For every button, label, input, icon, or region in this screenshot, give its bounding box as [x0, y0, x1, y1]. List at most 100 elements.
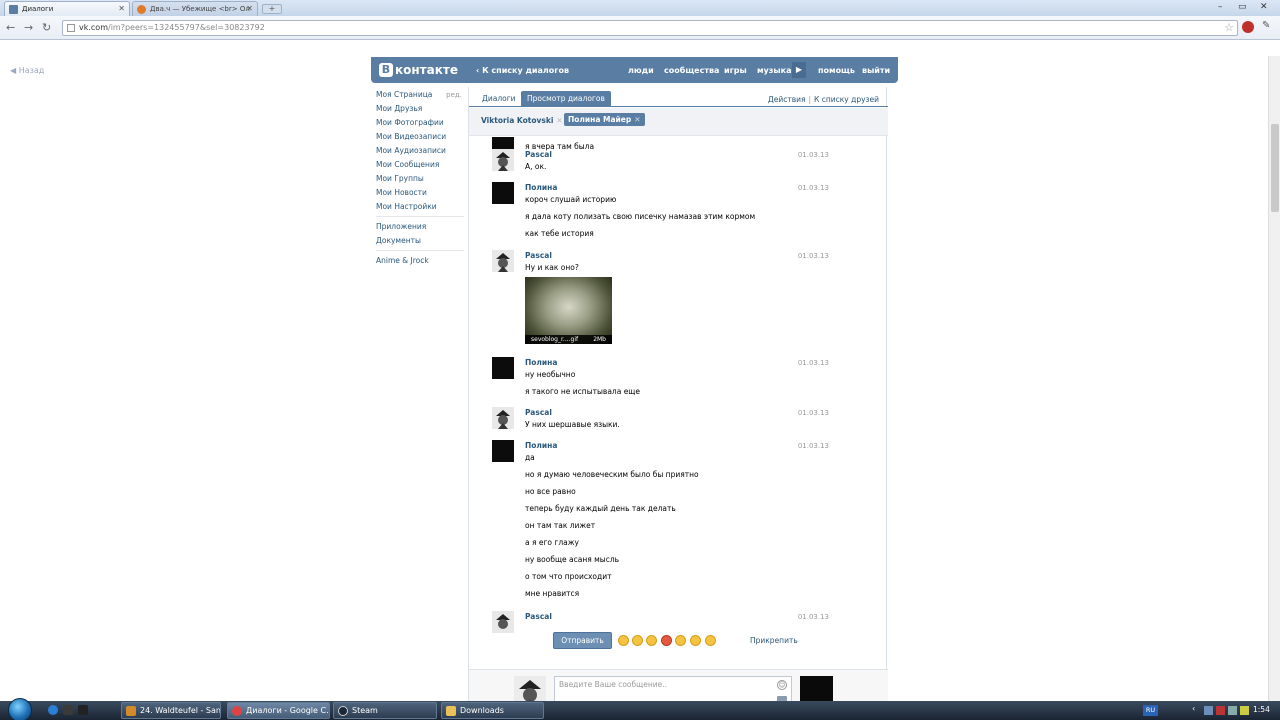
taskbar-item-music[interactable]: 24. Waldteufel - San... [121, 702, 221, 719]
pirate-avatar-icon [514, 676, 546, 701]
emoji-grin-icon[interactable] [632, 635, 643, 646]
message-text: ну необычно [525, 370, 576, 379]
actions-link[interactable]: Действия [768, 95, 806, 104]
url-path: /im?peers=132455797&sel=30823792 [108, 23, 265, 32]
menu-divider [376, 216, 464, 217]
peer-avatar[interactable] [800, 676, 833, 701]
media-icon[interactable] [78, 705, 88, 715]
message-date: 01.03.13 [797, 252, 829, 260]
message-text: да [525, 453, 535, 462]
taskbar-item-chrome[interactable]: Диалоги - Google C... [227, 702, 330, 719]
language-indicator[interactable]: RU [1143, 705, 1158, 716]
reload-icon[interactable]: ↻ [42, 21, 51, 34]
message-date: 01.03.13 [797, 613, 829, 621]
emoji-surprised-icon[interactable] [690, 635, 701, 646]
network-icon[interactable] [1204, 706, 1213, 715]
tab-view-dialogs[interactable]: Просмотр диалогов [521, 91, 611, 107]
new-tab-button[interactable]: + [262, 4, 282, 14]
taskbar-item-downloads[interactable]: Downloads [441, 702, 544, 719]
wrench-menu-icon[interactable]: ✎ [1262, 20, 1270, 31]
extension-icon[interactable] [1242, 21, 1254, 33]
tray-app-icon[interactable] [1216, 706, 1225, 715]
browser-tab-dvach[interactable]: Два.ч — Убежище <br> Ол ✕ [132, 1, 258, 16]
emoji-happy-icon[interactable] [705, 635, 716, 646]
menu-audio[interactable]: Мои Аудиозаписи [376, 144, 464, 158]
dialog-chip-label: Полина Майер [568, 115, 632, 124]
attach-link[interactable]: Прикрепить [750, 636, 798, 645]
menu-group-anime-jrock[interactable]: Anime & Jrock [376, 254, 464, 268]
close-icon[interactable]: ✕ [631, 115, 640, 124]
menu-messages[interactable]: Мои Сообщения [376, 158, 464, 172]
nav-help[interactable]: помощь [818, 66, 855, 75]
message-input[interactable]: Введите Ваше сообщение.. ☺ [554, 676, 792, 701]
avatar[interactable] [492, 407, 514, 429]
volume-icon[interactable] [1228, 706, 1237, 715]
avatar[interactable] [492, 357, 514, 379]
chrome-icon [232, 706, 242, 716]
vk-favicon-icon [9, 4, 18, 14]
menu-friends[interactable]: Мои Друзья [376, 102, 464, 116]
vk-logo[interactable]: Вконтакте [379, 63, 458, 77]
emoji-laugh-icon[interactable] [675, 635, 686, 646]
forward-arrow-icon[interactable]: → [24, 21, 33, 34]
menu-my-page[interactable]: Моя Страница ред. [376, 88, 464, 102]
message: Pascal 01.03.13 А, ок. [492, 149, 875, 178]
address-bar[interactable]: vk.com/im?peers=132455797&sel=30823792 ☆ [62, 20, 1238, 36]
message-history[interactable]: я вчера там была Pascal 01.03.13 А, ок. … [469, 137, 888, 669]
dialog-chip-active[interactable]: Полина Майер ✕ [564, 113, 645, 126]
task-label: 24. Waldteufel - San... [140, 706, 221, 715]
play-icon[interactable]: ▶ [792, 62, 806, 78]
tray-flag-icon[interactable] [1240, 706, 1249, 715]
maximize-icon[interactable]: ▭ [1238, 2, 1247, 12]
back-to-dialogs-link[interactable]: ‹ К списку диалогов [476, 66, 569, 75]
menu-groups[interactable]: Мои Группы [376, 172, 464, 186]
close-icon[interactable]: ✕ [118, 4, 125, 13]
close-window-icon[interactable]: ✕ [1260, 2, 1268, 12]
menu-videos[interactable]: Мои Видеозаписи [376, 130, 464, 144]
browser-toolbar: ← → ↻ vk.com/im?peers=132455797&sel=3082… [0, 16, 1280, 40]
taskbar-item-steam[interactable]: Steam [333, 702, 437, 719]
edit-link[interactable]: ред. [446, 88, 462, 102]
menu-photos[interactable]: Мои Фотографии [376, 116, 464, 130]
close-icon[interactable]: ✕ [553, 116, 562, 125]
message-date: 01.03.13 [797, 151, 829, 159]
avatar[interactable] [492, 250, 514, 272]
nav-music[interactable]: музыка [757, 66, 791, 75]
message: Pascal 01.03.13 Ну и как оно? sevoblog_r… [492, 250, 875, 344]
avatar[interactable] [492, 440, 514, 462]
emoji-wink-icon[interactable] [646, 635, 657, 646]
nav-logout[interactable]: выйти [862, 66, 890, 75]
menu-apps[interactable]: Приложения [376, 220, 464, 234]
back-arrow-icon[interactable]: ← [6, 21, 15, 34]
friends-list-link[interactable]: К списку друзей [814, 95, 879, 104]
emoji-angry-icon[interactable] [661, 635, 672, 646]
send-button[interactable]: Отправить [553, 632, 612, 649]
menu-news[interactable]: Мои Новости [376, 186, 464, 200]
start-button[interactable] [8, 698, 32, 720]
avatar[interactable] [492, 149, 514, 171]
dialog-chip[interactable]: Viktoria Kotovski ✕ [481, 116, 563, 125]
scrollbar-thumb[interactable] [1271, 124, 1279, 212]
gif-attachment[interactable]: sevoblog_r....gif 2Mb [525, 277, 612, 344]
nav-communities[interactable]: сообщества [664, 66, 719, 75]
menu-documents[interactable]: Документы [376, 234, 464, 248]
avatar[interactable] [492, 611, 514, 633]
emoji-smile-icon[interactable] [618, 635, 629, 646]
ie-icon[interactable] [48, 705, 58, 715]
tab-dialogs[interactable]: Диалоги [476, 91, 522, 107]
back-link[interactable]: ◀ Назад [10, 66, 44, 75]
show-desktop-icon[interactable] [63, 705, 73, 715]
menu-settings[interactable]: Мои Настройки [376, 200, 464, 214]
nav-people[interactable]: люди [628, 66, 654, 75]
tray-chevron-icon[interactable]: ‹ [1192, 704, 1201, 713]
close-icon[interactable]: ✕ [246, 4, 253, 13]
page-scrollbar[interactable] [1268, 56, 1280, 701]
bookmark-star-icon[interactable]: ☆ [1224, 21, 1234, 35]
smiley-icon[interactable]: ☺ [777, 680, 787, 690]
minimize-icon[interactable]: – [1218, 2, 1223, 12]
browser-tab-dialogs[interactable]: Диалоги ✕ [4, 1, 130, 16]
avatar[interactable] [492, 182, 514, 204]
my-avatar[interactable] [514, 676, 546, 701]
page-icon [67, 24, 75, 32]
nav-games[interactable]: игры [724, 66, 747, 75]
